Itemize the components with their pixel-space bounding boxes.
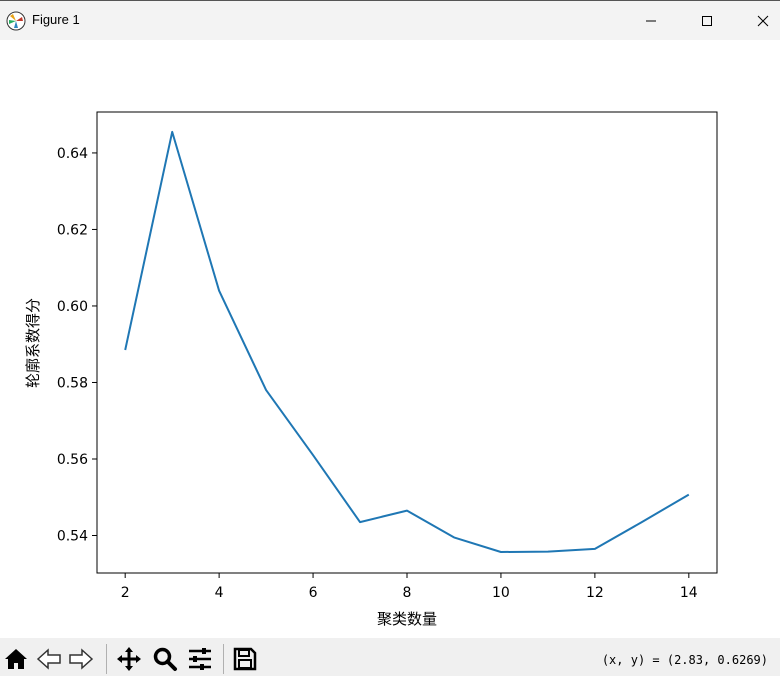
configure-subplots-button[interactable] <box>187 646 213 672</box>
zoom-icon <box>153 647 177 671</box>
home-icon <box>5 649 27 669</box>
configure-subplots-icon <box>189 648 211 670</box>
x-tick-label: 4 <box>215 585 224 601</box>
x-axis-ticks: 2 4 6 8 10 12 14 <box>121 573 698 601</box>
plot-area <box>96 111 718 574</box>
save-icon <box>233 647 257 671</box>
line-chart: 2 4 6 8 10 12 14 0.54 0.56 0.58 0.60 0.62 0.64 聚类数量… <box>24 111 718 628</box>
toolbar-separator <box>223 644 224 674</box>
minimize-icon <box>646 20 656 22</box>
x-tick-label: 2 <box>121 585 130 601</box>
x-tick-label: 6 <box>309 585 318 601</box>
cursor-coordinates: (x, y) = (2.83, 0.6269) <box>601 653 768 667</box>
pan-icon <box>117 647 141 671</box>
x-tick-label: 8 <box>403 585 412 601</box>
y-tick-label: 0.58 <box>57 375 88 391</box>
forward-button[interactable] <box>68 646 94 672</box>
maximize-button[interactable] <box>684 1 730 41</box>
forward-icon <box>69 648 94 670</box>
y-tick-label: 0.60 <box>57 299 88 315</box>
title-bar: Figure 1 <box>0 0 780 40</box>
home-button[interactable] <box>3 646 29 672</box>
back-button[interactable] <box>36 646 62 672</box>
matplotlib-icon <box>6 11 26 31</box>
y-axis-ticks: 0.54 0.56 0.58 0.60 0.62 0.64 <box>57 146 97 545</box>
zoom-button[interactable] <box>152 646 178 672</box>
y-tick-label: 0.62 <box>57 222 88 238</box>
minimize-button[interactable] <box>628 1 674 41</box>
pan-button[interactable] <box>116 646 142 672</box>
y-tick-label: 0.54 <box>57 529 88 545</box>
close-icon <box>757 15 769 27</box>
x-tick-label: 14 <box>680 585 698 601</box>
window-title: Figure 1 <box>32 12 80 27</box>
x-tick-label: 10 <box>492 585 510 601</box>
navigation-toolbar: (x, y) = (2.83, 0.6269) <box>0 638 780 676</box>
y-tick-label: 0.64 <box>57 146 88 162</box>
close-button[interactable] <box>740 1 780 41</box>
y-tick-label: 0.56 <box>57 452 88 468</box>
x-axis-label: 聚类数量 <box>377 610 437 628</box>
figure-canvas[interactable]: 2 4 6 8 10 12 14 0.54 0.56 0.58 0.60 0.62 0.64 聚类数量… <box>0 40 780 638</box>
y-axis-label: 轮廓系数得分 <box>24 298 42 388</box>
save-button[interactable] <box>232 646 258 672</box>
x-tick-label: 12 <box>586 585 604 601</box>
maximize-icon <box>702 16 712 26</box>
back-icon <box>36 648 61 670</box>
toolbar-separator <box>106 644 107 674</box>
